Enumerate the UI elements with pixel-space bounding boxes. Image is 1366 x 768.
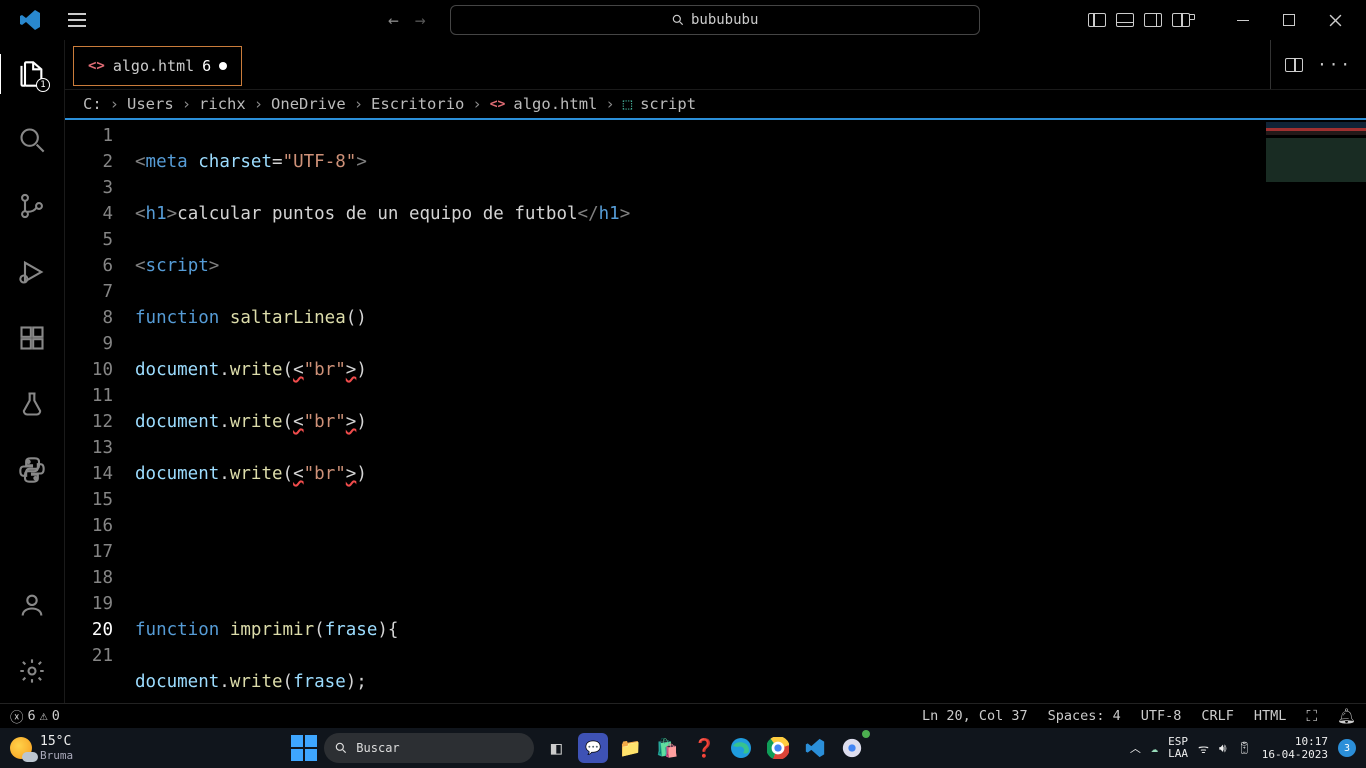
- nav-back-icon[interactable]: ←: [384, 6, 403, 35]
- status-indentation[interactable]: Spaces: 4: [1048, 708, 1121, 724]
- testing-icon[interactable]: [16, 388, 48, 420]
- status-problems[interactable]: ⓧ6 ⚠0: [10, 706, 60, 726]
- status-feedback-icon[interactable]: ⛶: [1306, 707, 1317, 725]
- get-help-icon[interactable]: ❓: [689, 733, 719, 763]
- search-icon: [334, 741, 348, 755]
- code-editor[interactable]: 123456789101112131415161718192021 <meta …: [65, 118, 1366, 703]
- chevron-right-icon: ›: [354, 95, 363, 113]
- vscode-taskbar-icon[interactable]: [800, 733, 830, 763]
- breadcrumb-segment[interactable]: richx: [199, 95, 246, 113]
- breadcrumb-bar[interactable]: C:› Users› richx› OneDrive› Escritorio› …: [65, 90, 1366, 118]
- line-number-gutter: 123456789101112131415161718192021: [65, 120, 135, 703]
- customize-layout-icon[interactable]: [1172, 13, 1190, 27]
- search-icon: [671, 13, 685, 27]
- tab-dirty-indicator-icon: [219, 62, 227, 70]
- tab-filename: algo.html: [113, 57, 194, 75]
- breadcrumb-file[interactable]: algo.html: [513, 95, 597, 113]
- explorer-badge: 1: [36, 78, 50, 92]
- taskbar-search-placeholder: Buscar: [356, 741, 399, 755]
- start-button[interactable]: [291, 735, 317, 761]
- edge-browser-icon[interactable]: [726, 733, 756, 763]
- html-filetype-icon: <>: [88, 58, 105, 74]
- source-control-icon[interactable]: [16, 190, 48, 222]
- system-tray: ︿ ☁ ESPLAA ᯤ 🔊︎ 🔋︎ 10:1716-04-2023 3: [1130, 735, 1366, 761]
- chevron-right-icon: ›: [605, 95, 614, 113]
- tabs-bar: <> algo.html 6 ···: [65, 40, 1366, 90]
- chat-app-icon[interactable]: 💬: [578, 733, 608, 763]
- status-bar: ⓧ6 ⚠0 Ln 20, Col 37 Spaces: 4 UTF-8 CRLF…: [0, 703, 1366, 728]
- toggle-primary-sidebar-icon[interactable]: [1088, 13, 1106, 27]
- window-maximize-button[interactable]: [1266, 0, 1312, 40]
- task-view-icon[interactable]: ◧: [541, 733, 571, 763]
- chrome-browser-icon[interactable]: [763, 733, 793, 763]
- error-icon: ⓧ: [10, 706, 24, 726]
- battery-icon[interactable]: 🔋︎: [1237, 741, 1252, 755]
- weather-icon: [10, 737, 32, 759]
- onedrive-tray-icon[interactable]: ☁: [1151, 741, 1158, 755]
- editor-zone: <> algo.html 6 ··· C: › Users › richx › One…: [65, 40, 1366, 703]
- accounts-icon[interactable]: [16, 589, 48, 621]
- code-content[interactable]: <meta charset="UTF-8"> <h1>calcular punt…: [135, 120, 1366, 703]
- activity-bar: 1: [0, 40, 65, 703]
- more-actions-icon[interactable]: ···: [1317, 55, 1352, 74]
- settings-gear-icon[interactable]: [16, 655, 48, 687]
- status-encoding[interactable]: UTF-8: [1141, 708, 1182, 724]
- search-text: bubububu: [691, 12, 758, 28]
- vscode-logo-icon: [0, 8, 60, 32]
- status-notifications-icon[interactable]: 🔔︎: [1337, 707, 1356, 725]
- taskbar-weather-widget[interactable]: 15°C Bruma: [0, 734, 160, 762]
- status-cursor-position[interactable]: Ln 20, Col 37: [922, 708, 1028, 724]
- chevron-right-icon: ›: [254, 95, 263, 113]
- chevron-right-icon: ›: [472, 95, 481, 113]
- chrome-canary-icon[interactable]: [837, 733, 867, 763]
- python-env-icon[interactable]: [16, 454, 48, 486]
- menu-burger-icon[interactable]: [60, 0, 94, 40]
- window-close-button[interactable]: [1312, 0, 1358, 40]
- warning-icon: ⚠: [40, 708, 48, 724]
- minimap[interactable]: [1256, 120, 1366, 703]
- toggle-secondary-sidebar-icon[interactable]: [1144, 13, 1162, 27]
- breadcrumb-segment[interactable]: Users: [127, 95, 174, 113]
- wifi-icon[interactable]: ᯤ: [1198, 740, 1209, 757]
- toggle-panel-icon[interactable]: [1116, 13, 1134, 27]
- run-debug-icon[interactable]: [16, 256, 48, 288]
- symbol-icon: ⬚: [623, 95, 632, 113]
- language-indicator[interactable]: ESPLAA: [1168, 736, 1188, 760]
- notification-center-icon[interactable]: 3: [1338, 739, 1356, 757]
- search-activity-icon[interactable]: [16, 124, 48, 156]
- breadcrumb-segment[interactable]: C:: [83, 95, 102, 113]
- breadcrumb-segment[interactable]: OneDrive: [271, 95, 346, 113]
- volume-icon[interactable]: 🔊︎: [1219, 741, 1227, 756]
- window-minimize-button[interactable]: [1220, 0, 1266, 40]
- extensions-icon[interactable]: [16, 322, 48, 354]
- breadcrumb-symbol[interactable]: script: [640, 95, 696, 113]
- weather-desc: Bruma: [40, 749, 73, 762]
- status-eol[interactable]: CRLF: [1201, 708, 1234, 724]
- split-editor-icon[interactable]: [1285, 58, 1303, 72]
- tab-problem-count: 6: [202, 57, 211, 75]
- chevron-right-icon: ›: [110, 95, 119, 113]
- taskbar-search[interactable]: Buscar: [324, 733, 534, 763]
- editor-tab-active[interactable]: <> algo.html 6: [73, 46, 242, 86]
- tray-overflow-icon[interactable]: ︿: [1130, 740, 1141, 756]
- weather-temp: 15°C: [40, 734, 73, 749]
- breadcrumb-segment[interactable]: Escritorio: [371, 95, 464, 113]
- title-bar: ← → bubububu: [0, 0, 1366, 40]
- taskbar-clock[interactable]: 10:1716-04-2023: [1262, 735, 1328, 761]
- status-language-mode[interactable]: HTML: [1254, 708, 1287, 724]
- microsoft-store-icon[interactable]: 🛍️: [652, 733, 682, 763]
- explorer-icon[interactable]: 1: [16, 58, 48, 90]
- windows-taskbar: 15°C Bruma Buscar ◧ 💬 📁 🛍️ ❓ ︿ ☁ ESPLAA …: [0, 728, 1366, 768]
- html-filetype-icon: <>: [490, 97, 506, 112]
- file-explorer-icon[interactable]: 📁: [615, 733, 645, 763]
- nav-forward-icon[interactable]: →: [411, 6, 430, 35]
- chevron-right-icon: ›: [182, 95, 191, 113]
- command-center-search[interactable]: bubububu: [450, 5, 980, 35]
